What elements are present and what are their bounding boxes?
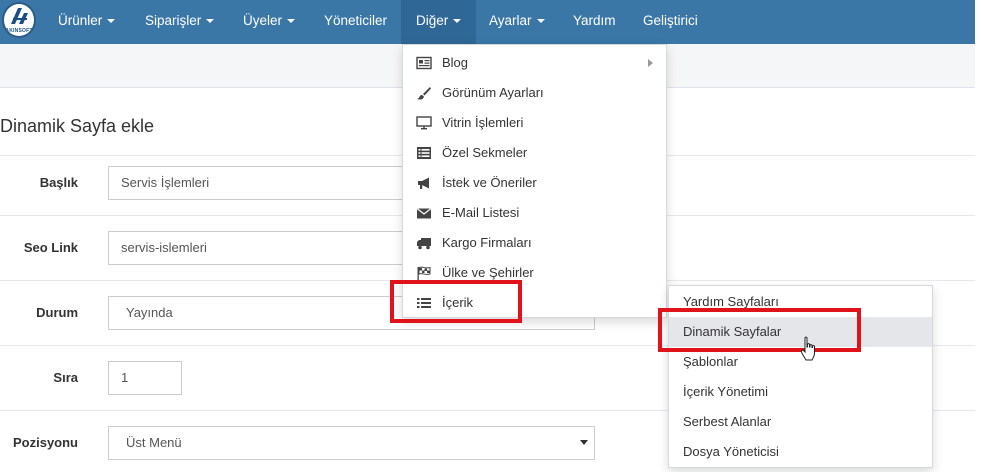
menu-item-blog[interactable]: Blog xyxy=(403,48,666,78)
brush-icon xyxy=(417,87,431,100)
menu-item-label: Kargo Firmaları xyxy=(442,235,532,250)
nav-label: Siparişler xyxy=(145,13,202,28)
pozisyonu-label: Pozisyonu xyxy=(12,435,78,450)
menu-item-gorunum-ayarlari[interactable]: Görünüm Ayarları xyxy=(403,78,666,108)
pozisyonu-select[interactable]: Üst Menü xyxy=(108,426,595,460)
nav-siparisler[interactable]: Siparişler xyxy=(130,0,229,44)
envelope-icon xyxy=(416,208,432,219)
menu-item-label: İstek ve Öneriler xyxy=(442,175,537,190)
submenu-item-icerik-yonetimi[interactable]: İçerik Yönetimi xyxy=(669,377,932,407)
nav-diger[interactable]: Diğer xyxy=(401,0,476,44)
flag-checkered-icon xyxy=(417,266,431,280)
highlight-box-dinamik-sayfalar xyxy=(658,308,861,352)
brand-logo[interactable]: AKINSOFT xyxy=(2,2,36,38)
menu-item-label: E-Mail Listesi xyxy=(442,205,520,220)
nav-uyeler[interactable]: Üyeler xyxy=(228,0,310,44)
nav-urunler[interactable]: Ürünler xyxy=(43,0,130,44)
newspaper-icon xyxy=(416,56,432,70)
logo-mark-icon xyxy=(11,8,28,24)
chevron-down-icon xyxy=(287,19,296,24)
nav-label: Yardım xyxy=(573,13,616,28)
nav-gelistirici[interactable]: Geliştirici xyxy=(628,0,713,44)
menu-item-label: Ülke ve Şehirler xyxy=(442,265,534,280)
monitor-icon xyxy=(416,116,432,130)
menu-item-vitrin-islemleri[interactable]: Vitrin İşlemleri xyxy=(403,108,666,138)
menu-item-kargo-firmalari[interactable]: Kargo Firmaları xyxy=(403,228,666,258)
pozisyonu-value: Üst Menü xyxy=(126,435,182,450)
nav-label: Yöneticiler xyxy=(324,13,388,28)
truck-icon xyxy=(417,238,431,250)
seo-link-label: Seo Link xyxy=(23,240,78,255)
nav-ayarlar[interactable]: Ayarlar xyxy=(474,0,560,44)
nav-label: Ürünler xyxy=(58,13,103,28)
diger-dropdown-menu: Blog Görünüm Ayarları Vitrin İşlemleri Ö… xyxy=(402,44,667,318)
menu-item-ozel-sekmeler[interactable]: Özel Sekmeler xyxy=(403,138,666,168)
chevron-right-icon xyxy=(648,59,653,67)
nav-label: Geliştirici xyxy=(643,13,698,28)
page-edge xyxy=(975,0,982,472)
submenu-item-serbest-alanlar[interactable]: Serbest Alanlar xyxy=(669,407,932,437)
baslik-label: Başlık xyxy=(39,175,78,190)
sira-input[interactable]: 1 xyxy=(108,361,182,395)
menu-item-email-listesi[interactable]: E-Mail Listesi xyxy=(403,198,666,228)
nav-label: Ayarlar xyxy=(489,13,532,28)
menu-item-label: Görünüm Ayarları xyxy=(442,85,544,100)
nav-yoneticiler[interactable]: Yöneticiler xyxy=(309,0,402,44)
nav-yardim[interactable]: Yardım xyxy=(558,0,631,44)
menu-item-label: Blog xyxy=(442,55,469,70)
menu-item-label: Vitrin İşlemleri xyxy=(442,115,524,130)
nav-label: Diğer xyxy=(416,13,449,28)
bullhorn-icon xyxy=(418,177,429,189)
nav-label: Üyeler xyxy=(243,13,283,28)
logo-text: AKINSOFT xyxy=(5,28,33,34)
sira-label: Sıra xyxy=(53,370,78,385)
caret-down-icon xyxy=(580,440,588,445)
menu-item-label: Özel Sekmeler xyxy=(442,145,528,160)
top-navbar: AKINSOFT Ürünler Siparişler Üyeler Yönet… xyxy=(0,0,975,44)
page-title: Dinamik Sayfa ekle xyxy=(0,116,155,136)
chevron-down-icon xyxy=(206,19,215,24)
chevron-down-icon xyxy=(107,19,116,24)
menu-item-istek-ve-oneriler[interactable]: İstek ve Öneriler xyxy=(403,168,666,198)
submenu-item-dosya-yoneticisi[interactable]: Dosya Yöneticisi xyxy=(669,437,932,467)
list-alt-icon xyxy=(417,147,431,159)
hand-pointer-cursor-icon xyxy=(800,336,815,361)
chevron-down-icon xyxy=(536,19,545,24)
chevron-down-icon xyxy=(453,19,462,24)
durum-label: Durum xyxy=(36,305,78,320)
highlight-box-icerik xyxy=(390,280,522,323)
